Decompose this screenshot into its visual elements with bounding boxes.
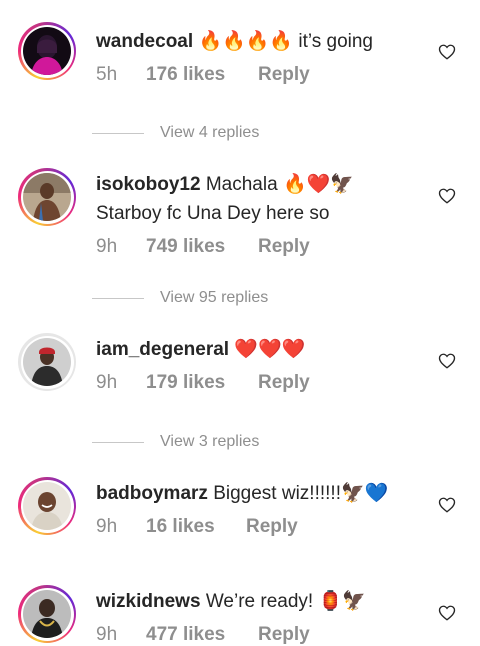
comment-meta: 9h 477 likes Reply [96,624,310,646]
red-heart-emoji-icon: ❤️❤️❤️ [234,338,306,360]
comment-username[interactable]: wizkidnews [96,591,201,612]
profile-photo-icon [23,338,71,386]
likes-count[interactable]: 16 likes [146,516,246,538]
comment-meta: 5h 176 likes Reply [96,64,310,86]
avatar[interactable] [23,482,71,530]
heart-outline-icon[interactable] [438,604,456,622]
avatar[interactable] [23,590,71,638]
heart-outline-icon[interactable] [438,352,456,370]
comment-body-line2: Starboy fc Una Dey here so [96,203,330,224]
view-replies-label: View 4 replies [160,124,260,141]
profile-photo-icon [23,27,71,75]
fire-heart-eagle-emoji-icon: 🔥❤️🦅 [282,173,354,195]
eagle-blue-heart-emoji-icon: 🦅💙 [340,482,389,504]
avatar[interactable] [23,173,71,221]
avatar-story-ring[interactable] [18,168,76,226]
reply-button[interactable]: Reply [246,516,298,538]
heart-outline-icon[interactable] [438,187,456,205]
divider-line [92,297,144,299]
comment-time: 9h [96,236,118,257]
comment-body: We’re ready! [205,591,314,612]
comment-time: 9h [96,372,118,393]
reply-button[interactable]: Reply [258,372,310,394]
lantern-eagle-emoji-icon: 🏮🦅 [318,590,366,612]
comment-body: Biggest wiz!!!!!! [213,483,341,504]
divider-line [92,132,144,134]
comment-text: wandecoal 🔥🔥🔥🔥 it’s going [96,29,373,54]
fire-emoji-icon: 🔥🔥🔥🔥 [198,30,294,52]
comment-text: iam_degeneral ❤️❤️❤️ [96,337,305,362]
view-replies-label: View 3 replies [160,433,260,450]
view-replies-label: View 95 replies [160,289,269,306]
avatar[interactable] [23,27,71,75]
comment-username[interactable]: isokoboy12 [96,174,201,195]
comment-username[interactable]: badboymarz [96,483,208,504]
comment-time: 9h [96,516,118,537]
comment-body: Machala [205,174,278,195]
view-replies-button[interactable]: View 95 replies [92,289,268,307]
comment-text: badboymarz Biggest wiz!!!!!!🦅💙 [96,481,388,506]
heart-outline-icon[interactable] [438,43,456,61]
reply-button[interactable]: Reply [258,236,310,258]
comment-meta: 9h 749 likes Reply [96,236,310,258]
avatar-ring[interactable] [18,333,76,391]
comment-meta: 9h 16 likes Reply [96,516,298,538]
likes-count[interactable]: 477 likes [146,624,258,646]
divider-line [92,441,144,443]
reply-button[interactable]: Reply [258,624,310,646]
likes-count[interactable]: 179 likes [146,372,258,394]
comment-wandecoal: wandecoal 🔥🔥🔥🔥 it’s going 5h 176 likes R… [0,0,480,110]
profile-photo-icon [23,482,71,530]
comment-body: it’s going [293,31,374,52]
likes-count[interactable]: 749 likes [146,236,258,258]
comment-time: 5h [96,64,118,85]
heart-outline-icon[interactable] [438,496,456,514]
avatar-story-ring[interactable] [18,477,76,535]
comment-time: 9h [96,624,118,645]
comment-text: isokoboy12 Machala 🔥❤️🦅 [96,172,354,197]
comment-text-line2: Starboy fc Una Dey here so [96,202,329,226]
likes-count[interactable]: 176 likes [146,64,258,86]
view-replies-button[interactable]: View 4 replies [92,124,259,142]
view-replies-button[interactable]: View 3 replies [92,433,259,451]
comment-username[interactable]: iam_degeneral [96,339,229,360]
avatar-story-ring[interactable] [18,22,76,80]
profile-photo-icon [23,590,71,638]
avatar[interactable] [23,338,71,386]
profile-photo-icon [23,173,71,221]
reply-button[interactable]: Reply [258,64,310,86]
comment-meta: 9h 179 likes Reply [96,372,310,394]
comment-username[interactable]: wandecoal [96,31,193,52]
comment-text: wizkidnews We’re ready! 🏮🦅 [96,589,366,614]
avatar-story-ring[interactable] [18,585,76,643]
